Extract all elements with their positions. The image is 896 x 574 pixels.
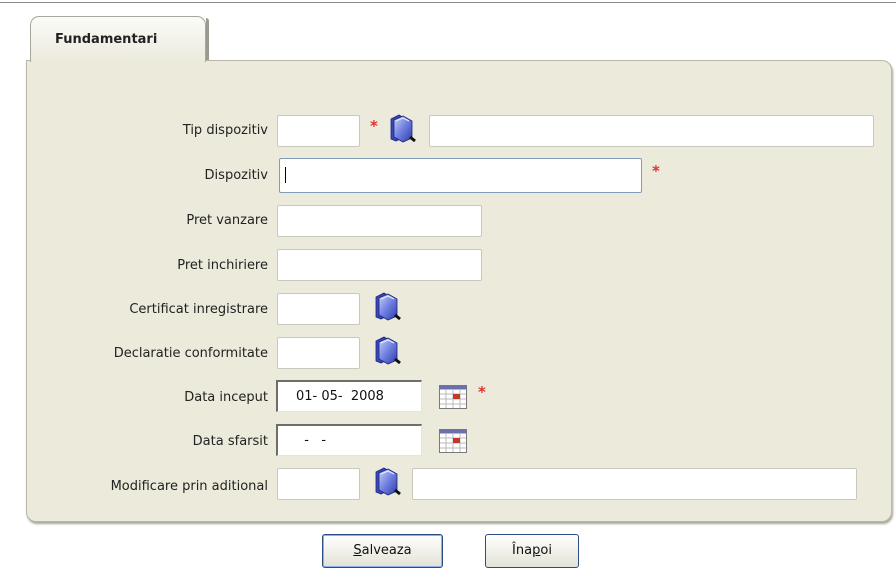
certificat-inregistrare-input[interactable] <box>277 293 360 325</box>
pret-inchiriere-input[interactable] <box>277 249 482 281</box>
data-sfarsit-label: Data sfarsit <box>192 434 268 449</box>
pret-inchiriere-label: Pret inchiriere <box>177 258 268 273</box>
certificat-inregistrare-label: Certificat inregistrare <box>129 302 268 317</box>
tip-dispozitiv-label: Tip dispozitiv <box>182 123 268 138</box>
tip-dispozitiv-description-input[interactable] <box>429 115 874 147</box>
dispozitiv-input[interactable] <box>279 158 642 193</box>
declaratie-conformitate-input[interactable] <box>277 337 360 369</box>
calendar-icon[interactable] <box>439 385 467 409</box>
pret-vanzare-label: Pret vanzare <box>186 213 268 228</box>
required-marker: * <box>370 117 378 135</box>
save-button-accelerator: S <box>353 543 362 558</box>
back-button-label-start: Îna <box>512 543 533 558</box>
declaratie-conformitate-label: Declaratie conformitate <box>113 346 268 361</box>
save-button[interactable]: Salveaza <box>322 534 443 568</box>
tip-dispozitiv-code-input[interactable] <box>277 115 360 147</box>
required-marker: * <box>652 162 660 180</box>
modificare-prin-aditional-label: Modificare prin aditional <box>110 479 268 494</box>
data-inceput-label: Data inceput <box>184 390 268 405</box>
save-button-label-end: alveaza <box>361 543 412 558</box>
modificare-prin-aditional-description-input[interactable] <box>412 468 857 500</box>
pret-vanzare-input[interactable] <box>277 205 482 237</box>
modificare-prin-aditional-code-input[interactable] <box>277 468 360 500</box>
tab-label: Fundamentari <box>55 32 158 47</box>
folder-lookup-icon[interactable] <box>388 113 416 143</box>
top-divider <box>0 2 896 3</box>
data-inceput-input[interactable]: 01- 05- 2008 <box>276 380 422 412</box>
text-caret <box>285 167 286 183</box>
tab-fundamentari[interactable]: Fundamentari <box>30 16 206 62</box>
data-sfarsit-input[interactable]: - - <box>276 424 422 456</box>
folder-lookup-icon[interactable] <box>373 335 401 365</box>
calendar-icon[interactable] <box>439 429 467 453</box>
tab-shadow <box>206 18 209 60</box>
folder-lookup-icon[interactable] <box>373 466 401 496</box>
required-marker: * <box>478 383 486 401</box>
back-button[interactable]: Înapoi <box>485 534 579 568</box>
back-button-label-end: oi <box>540 543 552 558</box>
folder-lookup-icon[interactable] <box>373 291 401 321</box>
dispozitiv-label: Dispozitiv <box>204 168 268 183</box>
